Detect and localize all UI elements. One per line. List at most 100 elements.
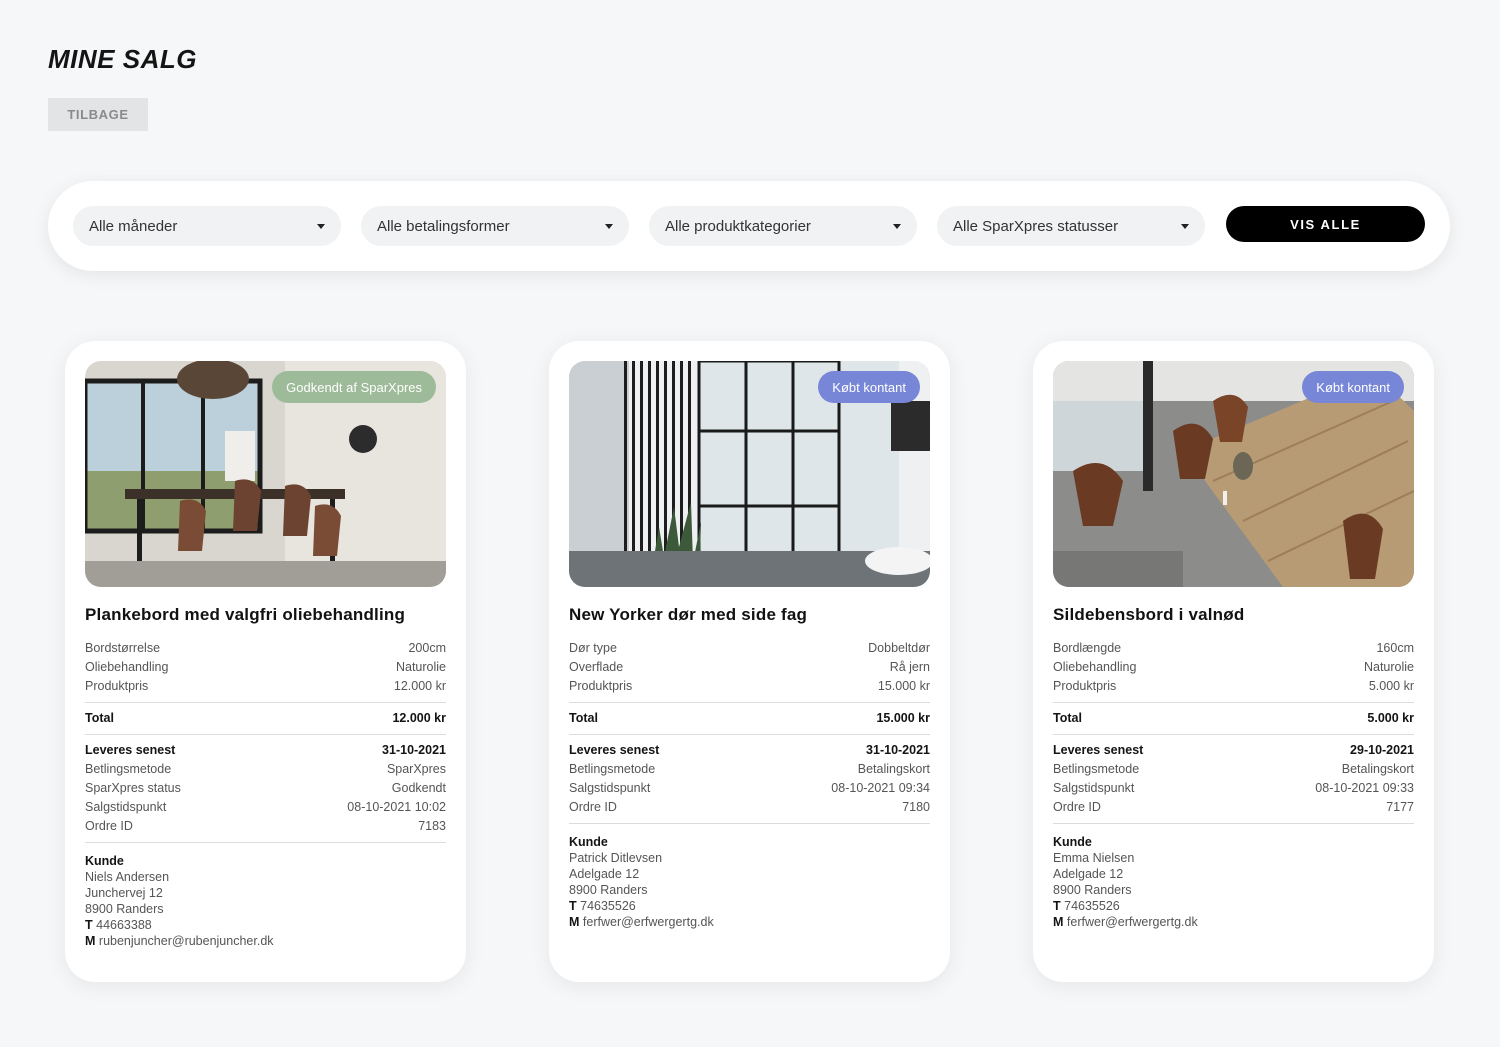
sale-card: Købt kontant Sildebensbord i valnød Bord… xyxy=(1033,341,1434,982)
page-title: MINE SALG xyxy=(48,44,197,74)
customer-street: Adelgade 12 xyxy=(569,867,640,881)
spec-label: Produktpris xyxy=(1053,679,1117,693)
detail-row: Ordre ID 7183 xyxy=(85,817,446,836)
customer-name: Emma Nielsen xyxy=(1053,851,1135,865)
caret-down-icon xyxy=(317,223,325,229)
divider xyxy=(569,823,930,824)
spec-value: Rå jern xyxy=(889,660,930,674)
spec-row: Dør type Dobbeltdør xyxy=(569,639,930,658)
detail-value: 08-10-2021 09:33 xyxy=(1315,781,1414,795)
status-filter-select[interactable]: Alle SparXpres statusser xyxy=(937,206,1205,246)
divider xyxy=(85,702,446,703)
detail-label: Salgstidspunkt xyxy=(85,800,167,814)
delivery-label: Leveres senest xyxy=(85,743,176,757)
customer-city: 8900 Randers xyxy=(569,883,648,897)
caret-down-icon xyxy=(893,223,901,229)
detail-row: Betlingsmetode Betalingskort xyxy=(569,760,930,779)
divider xyxy=(1053,734,1414,735)
customer-email: M ferfwer@erfwergertg.dk xyxy=(569,914,930,930)
back-button[interactable]: TILBAGE xyxy=(48,98,148,131)
spec-value: Naturolie xyxy=(395,660,446,674)
customer-phone: T 74635526 xyxy=(1053,898,1414,914)
detail-value: SparXpres xyxy=(386,762,446,776)
phone-value: 44663388 xyxy=(96,918,152,932)
show-all-button[interactable]: VIS ALLE xyxy=(1226,206,1425,242)
customer-street: Junchervej 12 xyxy=(85,886,163,900)
sale-card: Godkendt af SparXpres Plankebord med val… xyxy=(65,341,466,982)
total-label: Total xyxy=(85,711,114,725)
category-filter-select[interactable]: Alle produktkategorier xyxy=(649,206,917,246)
spec-label: Produktpris xyxy=(569,679,633,693)
detail-label: Ordre ID xyxy=(85,819,133,833)
phone-value: 74635526 xyxy=(580,899,636,913)
month-filter-label: Alle måneder xyxy=(89,217,178,235)
detail-value: Betalingskort xyxy=(857,762,930,776)
detail-value: 08-10-2021 10:02 xyxy=(347,800,446,814)
product-image: Købt kontant xyxy=(569,361,930,587)
detail-label: Salgstidspunkt xyxy=(1053,781,1135,795)
month-filter-select[interactable]: Alle måneder xyxy=(73,206,341,246)
customer-heading: Kunde xyxy=(569,835,608,849)
customer-street: Adelgade 12 xyxy=(1053,867,1124,881)
total-row: Total 15.000 kr xyxy=(569,709,930,728)
customer-info: Kunde Emma Nielsen Adelgade 12 8900 Rand… xyxy=(1053,834,1414,930)
phone-prefix: T xyxy=(569,899,577,913)
email-value[interactable]: ferfwer@erfwergertg.dk xyxy=(583,915,714,929)
detail-label: Ordre ID xyxy=(1053,800,1101,814)
status-filter-label: Alle SparXpres statusser xyxy=(953,217,1119,235)
caret-down-icon xyxy=(605,223,613,229)
spec-row: Produktpris 15.000 kr xyxy=(569,677,930,696)
delivery-label: Leveres senest xyxy=(1053,743,1144,757)
spec-row: Produktpris 5.000 kr xyxy=(1053,677,1414,696)
payment-filter-select[interactable]: Alle betalingsformer xyxy=(361,206,629,246)
customer-city: 8900 Randers xyxy=(85,902,164,916)
spec-value: Naturolie xyxy=(1363,660,1414,674)
detail-label: Betlingsmetode xyxy=(85,762,172,776)
phone-value: 74635526 xyxy=(1064,899,1120,913)
payment-filter-label: Alle betalingsformer xyxy=(377,217,510,235)
detail-label: Salgstidspunkt xyxy=(569,781,651,795)
spec-row: Produktpris 12.000 kr xyxy=(85,677,446,696)
detail-label: Betlingsmetode xyxy=(1053,762,1140,776)
detail-label: Ordre ID xyxy=(569,800,617,814)
detail-row: Betlingsmetode SparXpres xyxy=(85,760,446,779)
mail-prefix: M xyxy=(85,934,96,948)
customer-heading: Kunde xyxy=(1053,835,1092,849)
spec-value: 200cm xyxy=(408,641,446,655)
total-label: Total xyxy=(569,711,598,725)
divider xyxy=(85,842,446,843)
detail-row: Ordre ID 7180 xyxy=(569,798,930,817)
delivery-value: 31-10-2021 xyxy=(382,743,446,757)
customer-phone: T 44663388 xyxy=(85,917,446,933)
customer-email: M rubenjuncher@rubenjuncher.dk xyxy=(85,933,446,949)
total-row: Total 5.000 kr xyxy=(1053,709,1414,728)
spec-label: Dør type xyxy=(569,641,617,655)
detail-row: Salgstidspunkt 08-10-2021 09:33 xyxy=(1053,779,1414,798)
detail-label: Betlingsmetode xyxy=(569,762,656,776)
delivery-label: Leveres senest xyxy=(569,743,660,757)
customer-phone: T 74635526 xyxy=(569,898,930,914)
delivery-value: 31-10-2021 xyxy=(866,743,930,757)
detail-label: SparXpres status xyxy=(85,781,181,795)
spec-row: Oliebehandling Naturolie xyxy=(85,658,446,677)
delivery-row: Leveres senest 31-10-2021 xyxy=(85,741,446,760)
spec-label: Bordstørrelse xyxy=(85,641,161,655)
spec-row: Overflade Rå jern xyxy=(569,658,930,677)
filter-bar: Alle måneder Alle betalingsformer Alle p… xyxy=(48,181,1450,271)
customer-email: M ferfwer@erfwergertg.dk xyxy=(1053,914,1414,930)
total-label: Total xyxy=(1053,711,1082,725)
customer-info: Kunde Patrick Ditlevsen Adelgade 12 8900… xyxy=(569,834,930,930)
status-badge: Købt kontant xyxy=(818,371,920,403)
spec-label: Overflade xyxy=(569,660,624,674)
category-filter-label: Alle produktkategorier xyxy=(665,217,811,235)
spec-label: Oliebehandling xyxy=(85,660,169,674)
detail-value: 08-10-2021 09:34 xyxy=(831,781,930,795)
email-value[interactable]: rubenjuncher@rubenjuncher.dk xyxy=(99,934,274,948)
divider xyxy=(569,702,930,703)
spec-value: 160cm xyxy=(1376,641,1414,655)
product-title: New Yorker dør med side fag xyxy=(569,605,808,624)
total-value: 15.000 kr xyxy=(876,711,930,725)
email-value[interactable]: ferfwer@erfwergertg.dk xyxy=(1067,915,1198,929)
delivery-row: Leveres senest 29-10-2021 xyxy=(1053,741,1414,760)
detail-row: Ordre ID 7177 xyxy=(1053,798,1414,817)
